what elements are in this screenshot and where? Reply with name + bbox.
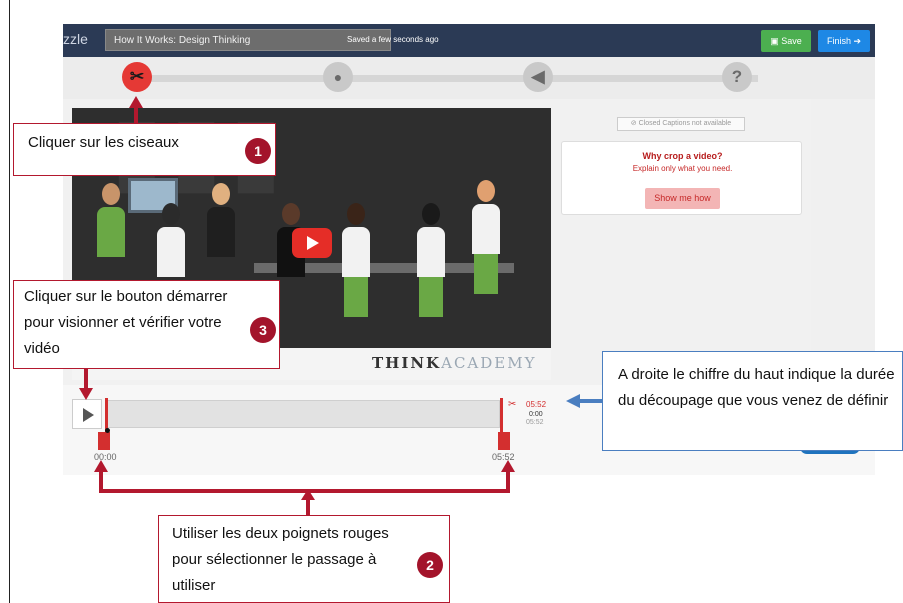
callout-duration-info: A droite le chiffre du haut indique la d… <box>602 351 903 451</box>
callout-2-badge: 2 <box>417 552 443 578</box>
crop-help-title: Why crop a video? <box>642 151 723 161</box>
left-border <box>9 0 10 603</box>
tutorial-frame: zzle How It Works: Design Thinking Saved… <box>0 0 903 603</box>
video-play-button[interactable] <box>292 228 332 258</box>
callout-2-text: Utiliser les deux poignets rouges pour s… <box>172 525 389 594</box>
current-time: 0:00 <box>529 411 543 418</box>
step-crop-button[interactable]: ✂ <box>122 62 152 92</box>
crop-grip-start[interactable] <box>98 432 110 450</box>
step-progress-line <box>138 75 758 82</box>
callout-right-text: A droite le chiffre du haut indique la d… <box>618 366 895 409</box>
callout-3-badge: 3 <box>250 317 276 343</box>
app-topbar: zzle How It Works: Design Thinking Saved… <box>63 24 875 57</box>
timeline-start-time: 00:00 <box>94 452 117 462</box>
speaker-icon: ◀ <box>531 67 545 86</box>
timeline-play-button[interactable] <box>72 399 102 429</box>
save-label: Save <box>781 36 802 46</box>
callout-1-badge: 1 <box>245 138 271 164</box>
callout-3-text: Cliquer sur le bouton démarrer pour visi… <box>24 288 228 357</box>
step-voice-button[interactable]: ● <box>323 62 353 92</box>
timeline-end-time: 05:52 <box>492 452 515 462</box>
show-me-how-button[interactable]: Show me how <box>645 188 720 209</box>
step-bar: ✂ ● ◀ ? <box>63 57 875 99</box>
total-time: 05:52 <box>526 419 544 426</box>
save-icon: ▣ <box>770 36 782 46</box>
step-audio-button[interactable]: ◀ <box>523 62 553 92</box>
question-icon: ? <box>731 67 743 86</box>
save-button[interactable]: ▣ Save <box>761 30 811 52</box>
timeline-track[interactable] <box>107 400 500 428</box>
crop-scissors-icon: ✂ <box>508 399 517 410</box>
microphone-icon: ● <box>333 69 343 85</box>
arrowhead-bracket <box>301 489 315 500</box>
step-quiz-button[interactable]: ? <box>722 62 752 92</box>
crop-handle-end[interactable] <box>500 398 503 434</box>
playhead[interactable] <box>105 428 110 433</box>
finish-button[interactable]: Finish ➔ <box>818 30 870 52</box>
crop-grip-end[interactable] <box>498 432 510 450</box>
finish-label: Finish <box>826 36 851 46</box>
brand-logo: zzle <box>63 31 88 47</box>
exit-icon: ➔ <box>850 36 862 46</box>
scissors-icon: ✂ <box>129 67 145 86</box>
callout-step-2: Utiliser les deux poignets rouges pour s… <box>158 515 450 603</box>
crop-help-subtitle: Explain only what you need. <box>632 164 733 173</box>
crop-help-card: Why crop a video? Explain only what you … <box>561 141 802 215</box>
closed-captions-status: ⊘ Closed Captions not available <box>617 117 745 131</box>
callout-step-3: Cliquer sur le bouton démarrer pour visi… <box>13 280 280 369</box>
callout-1-text: Cliquer sur les ciseaux <box>28 134 179 151</box>
callout-step-1: Cliquer sur les ciseaux 1 <box>13 123 276 176</box>
think-academy-logo: THINKACADEMY <box>372 354 537 372</box>
save-status: Saved a few seconds ago <box>347 35 439 44</box>
crop-duration: 05:52 <box>526 400 547 409</box>
